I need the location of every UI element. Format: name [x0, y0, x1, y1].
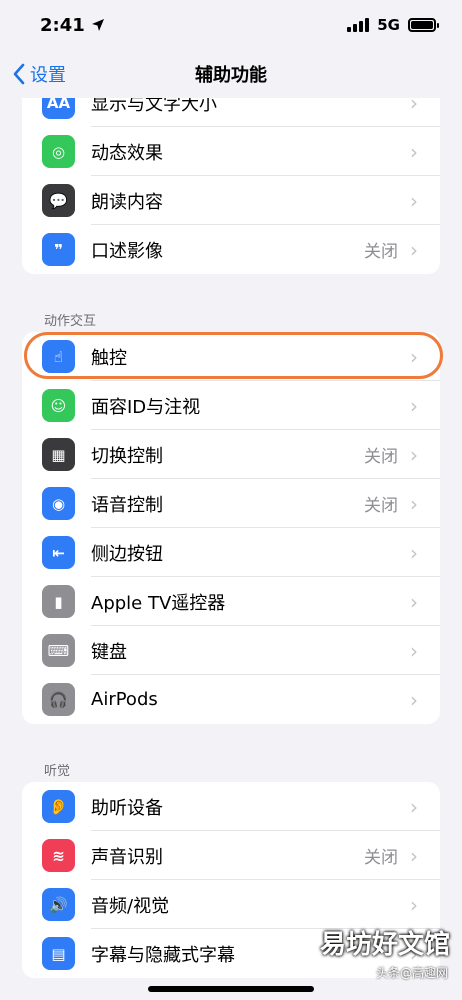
audio-description-icon: ❞	[42, 233, 75, 266]
chevron-right-icon: ›	[410, 237, 418, 262]
list-item-label: 动态效果	[91, 142, 163, 164]
headphones-icon: 🎧	[42, 683, 75, 716]
list-item[interactable]: 💬 朗读内容 ›	[22, 176, 440, 225]
chevron-right-icon: ›	[410, 344, 418, 369]
list-item[interactable]: ▦ 切换控制 关闭 ›	[22, 430, 440, 479]
list-item[interactable]: ⌨ 键盘 ›	[22, 626, 440, 675]
list-item-label: 面容ID与注视	[91, 396, 201, 418]
chevron-right-icon: ›	[410, 687, 418, 712]
status-right: 5G	[347, 16, 439, 34]
list-item[interactable]: ❞ 口述影像 关闭 ›	[22, 225, 440, 274]
captions-icon: ▤	[42, 937, 75, 970]
chevron-right-icon: ›	[410, 188, 418, 213]
chevron-right-icon: ›	[410, 892, 418, 917]
status-bar: 2:41 5G	[0, 0, 462, 50]
navigation-bar: 设置 辅助功能	[0, 50, 462, 98]
chevron-right-icon: ›	[410, 638, 418, 663]
cellular-signal-icon	[347, 18, 370, 32]
list-item-value: 关闭	[364, 447, 398, 467]
face-id-icon: ☺	[42, 389, 75, 422]
list-item[interactable]: ⇤ 侧边按钮 ›	[22, 528, 440, 577]
chevron-right-icon: ›	[410, 442, 418, 467]
touch-hand-icon: ☝	[42, 340, 75, 373]
list-item[interactable]: ▮ Apple TV遥控器 ›	[22, 577, 440, 626]
network-type: 5G	[377, 16, 400, 34]
vision-group: AA 显示与文字大小 › ◎ 动态效果 › 💬 朗读内容 › ❞ 口述影像 关闭 ›	[22, 98, 440, 274]
list-item[interactable]: ≋ 声音识别 关闭 ›	[22, 831, 440, 880]
list-item-label: 键盘	[91, 641, 127, 663]
list-item-label: 触控	[91, 347, 127, 369]
settings-list[interactable]: AA 显示与文字大小 › ◎ 动态效果 › 💬 朗读内容 › ❞ 口述影像 关闭 › 动作交互 ☝ 触控 ›…	[0, 98, 462, 1000]
ear-icon: 👂	[42, 790, 75, 823]
speech-bubble-icon: 💬	[42, 184, 75, 217]
motion-icon: ◎	[42, 135, 75, 168]
list-item-label: 侧边按钮	[91, 543, 163, 565]
list-item-value: 关闭	[364, 848, 398, 868]
chevron-right-icon: ›	[410, 540, 418, 565]
side-button-icon: ⇤	[42, 536, 75, 569]
remote-icon: ▮	[42, 585, 75, 618]
section-header-motion: 动作交互	[44, 314, 97, 329]
keyboard-icon: ⌨	[42, 634, 75, 667]
text-size-icon: AA	[42, 98, 75, 119]
motion-group: ☝ 触控 › ☺ 面容ID与注视 › ▦ 切换控制 关闭 › ◉ 语音控制 关闭 › ⇤ 侧边按钮 › ▮ Appl…	[22, 332, 440, 724]
watermark: 易坊好文馆	[319, 930, 450, 960]
list-item-label: Apple TV遥控器	[91, 592, 226, 614]
list-item[interactable]: 🎧 AirPods ›	[22, 675, 440, 724]
list-item-label: 声音识别	[91, 846, 163, 868]
list-item-label: 朗读内容	[91, 191, 163, 213]
chevron-right-icon: ›	[410, 589, 418, 614]
status-time: 2:41	[40, 15, 105, 36]
time-text: 2:41	[40, 14, 85, 36]
home-indicator	[148, 986, 314, 992]
list-item[interactable]: 👂 助听设备 ›	[22, 782, 440, 831]
list-item-label: 助听设备	[91, 797, 163, 819]
chevron-right-icon: ›	[410, 794, 418, 819]
list-item-label: 音频/视觉	[91, 895, 170, 917]
list-item-value: 关闭	[364, 496, 398, 516]
list-item-label: AirPods	[91, 689, 158, 710]
list-item-label: 字幕与隐藏式字幕	[91, 944, 235, 966]
back-label: 设置	[30, 65, 66, 86]
chevron-left-icon	[13, 63, 25, 85]
list-item-label: 口述影像	[91, 240, 163, 262]
chevron-right-icon: ›	[410, 98, 418, 115]
chevron-right-icon: ›	[410, 139, 418, 164]
section-header-hearing: 听觉	[44, 764, 71, 779]
page-title: 辅助功能	[195, 65, 267, 86]
watermark-small: 头条@高趣网	[375, 966, 448, 980]
list-item[interactable]: ◉ 语音控制 关闭 ›	[22, 479, 440, 528]
sound-recognition-icon: ≋	[42, 839, 75, 872]
list-item[interactable]: 🔊 音频/视觉 ›	[22, 880, 440, 929]
list-item-value: 关闭	[364, 242, 398, 262]
back-button[interactable]: 设置	[12, 50, 66, 98]
list-item[interactable]: AA 显示与文字大小 ›	[22, 98, 440, 127]
chevron-right-icon: ›	[410, 491, 418, 516]
list-item[interactable]: ◎ 动态效果 ›	[22, 127, 440, 176]
list-item[interactable]: ☺ 面容ID与注视 ›	[22, 381, 440, 430]
switch-control-icon: ▦	[42, 438, 75, 471]
list-item-label: 语音控制	[91, 494, 163, 516]
list-item[interactable]: ☝ 触控 ›	[22, 332, 440, 381]
battery-icon	[408, 18, 439, 32]
chevron-right-icon: ›	[410, 393, 418, 418]
list-item-label: 显示与文字大小	[91, 98, 217, 115]
speaker-eye-icon: 🔊	[42, 888, 75, 921]
list-item-label: 切换控制	[91, 445, 163, 467]
voice-control-icon: ◉	[42, 487, 75, 520]
chevron-right-icon: ›	[410, 843, 418, 868]
location-arrow-icon	[91, 19, 104, 31]
